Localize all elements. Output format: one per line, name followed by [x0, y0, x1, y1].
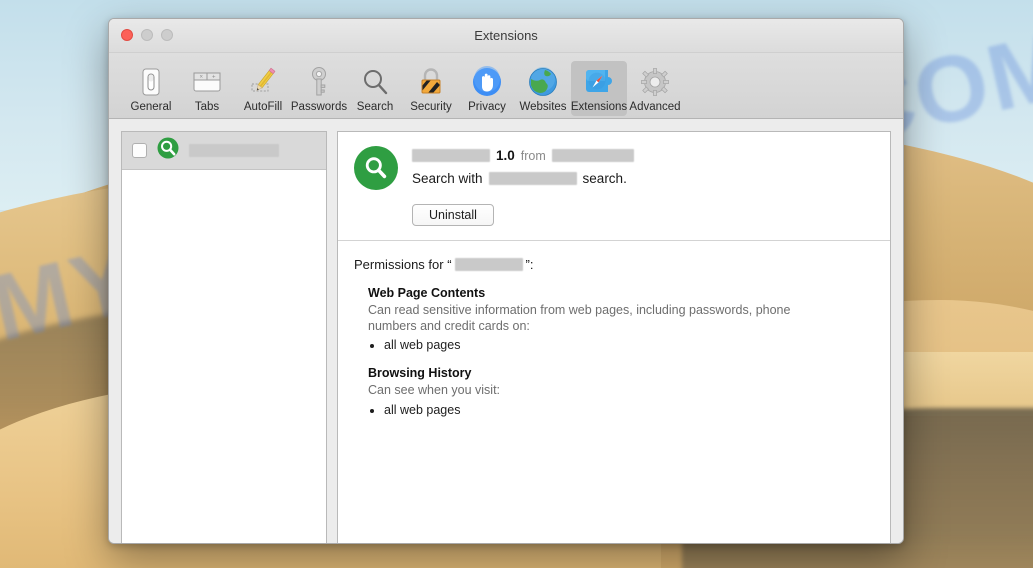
toolbar-item-general[interactable]: General [123, 61, 179, 116]
permission-heading: Web Page Contents [368, 286, 486, 300]
toolbar-label-passwords: Passwords [290, 101, 348, 113]
extension-detail-text: 1.0 from Search with search. Uninstall [412, 146, 874, 226]
toolbar-label-general: General [130, 101, 172, 113]
general-switch-icon [134, 65, 168, 99]
toolbar-label-websites: Websites [519, 101, 567, 113]
permission-item-list: all web pages [384, 403, 874, 417]
close-button[interactable] [121, 29, 133, 41]
extension-name-redacted [412, 149, 490, 162]
toolbar-label-tabs: Tabs [194, 101, 220, 113]
padlock-icon [414, 65, 448, 99]
extensions-list-body[interactable] [122, 170, 326, 543]
toolbar-label-search: Search [356, 101, 394, 113]
toolbar-item-autofill[interactable]: AutoFill [235, 61, 291, 116]
desktop: MYANTISPYWARE.COM Extensions [0, 0, 1033, 568]
window-titlebar: Extensions [109, 19, 903, 53]
toolbar-label-extensions: Extensions [570, 101, 628, 113]
permission-group-browsing-history: Browsing History Can see when you visit:… [368, 366, 874, 417]
toolbar-label-autofill: AutoFill [243, 101, 283, 113]
green-magnifier-icon [157, 137, 179, 164]
toolbar-item-advanced[interactable]: Advanced [627, 61, 683, 116]
safari-preferences-window: Extensions General × + Tabs AutoFill Pas… [108, 18, 904, 544]
description-redacted [488, 172, 577, 185]
toolbar-item-extensions[interactable]: Extensions [571, 61, 627, 116]
svg-text:+: + [212, 75, 216, 81]
extension-detail-header: 1.0 from Search with search. Uninstall [338, 132, 890, 241]
extension-version: 1.0 [496, 148, 515, 163]
extension-name-redacted [189, 144, 279, 157]
permission-item: all web pages [384, 338, 874, 352]
permission-body: Can see when you visit: [368, 383, 501, 398]
autofill-pencil-icon [246, 65, 280, 99]
toolbar-label-privacy: Privacy [468, 101, 506, 113]
tabs-icon: × + [190, 65, 224, 99]
green-magnifier-icon [354, 146, 398, 190]
permissions-title-prefix: Permissions for “ [354, 257, 452, 272]
gear-icon [638, 65, 672, 99]
extension-enable-checkbox[interactable] [132, 143, 147, 158]
permissions-section: Permissions for “ ”: Web Page Contents C… [338, 241, 890, 543]
permission-heading: Browsing History [368, 366, 472, 381]
description-prefix: Search with [412, 171, 483, 186]
toolbar-item-websites[interactable]: Websites [515, 61, 571, 116]
extension-description-line: Search with search. [412, 171, 874, 186]
window-title: Extensions [474, 28, 538, 43]
uninstall-button[interactable]: Uninstall [412, 204, 494, 226]
extensions-list-panel [121, 131, 327, 543]
preferences-content: 1.0 from Search with search. Uninstall P… [109, 119, 903, 543]
preferences-toolbar: General × + Tabs AutoFill Passwords Sear… [109, 53, 903, 119]
minimize-button[interactable] [141, 29, 153, 41]
hand-icon [470, 65, 504, 99]
key-icon [302, 65, 336, 99]
extension-detail-panel: 1.0 from Search with search. Uninstall P… [337, 131, 891, 543]
permission-body: Can read sensitive information from web … [368, 303, 791, 333]
permissions-name-redacted [454, 258, 523, 271]
toolbar-item-privacy[interactable]: Privacy [459, 61, 515, 116]
toolbar-item-passwords[interactable]: Passwords [291, 61, 347, 116]
description-suffix: search. [582, 171, 627, 186]
list-item[interactable] [122, 132, 326, 170]
permissions-title: Permissions for “ ”: [354, 257, 874, 272]
permission-item: all web pages [384, 403, 874, 417]
traffic-light-group [121, 29, 173, 41]
from-label: from [520, 148, 546, 163]
svg-text:×: × [200, 75, 204, 81]
toolbar-item-search[interactable]: Search [347, 61, 403, 116]
puzzle-compass-icon [582, 65, 616, 99]
magnifier-icon [358, 65, 392, 99]
maximize-button[interactable] [161, 29, 173, 41]
toolbar-label-security: Security [410, 101, 452, 113]
toolbar-item-tabs[interactable]: × + Tabs [179, 61, 235, 116]
permissions-title-suffix: ”: [525, 257, 534, 272]
toolbar-item-security[interactable]: Security [403, 61, 459, 116]
extension-publisher-redacted [551, 149, 634, 162]
globe-icon [526, 65, 560, 99]
toolbar-label-advanced: Advanced [629, 101, 681, 113]
extension-name-line: 1.0 from [412, 148, 874, 163]
permission-item-list: all web pages [384, 338, 874, 352]
permission-group-web-page-contents: Web Page Contents Can read sensitive inf… [368, 286, 874, 352]
